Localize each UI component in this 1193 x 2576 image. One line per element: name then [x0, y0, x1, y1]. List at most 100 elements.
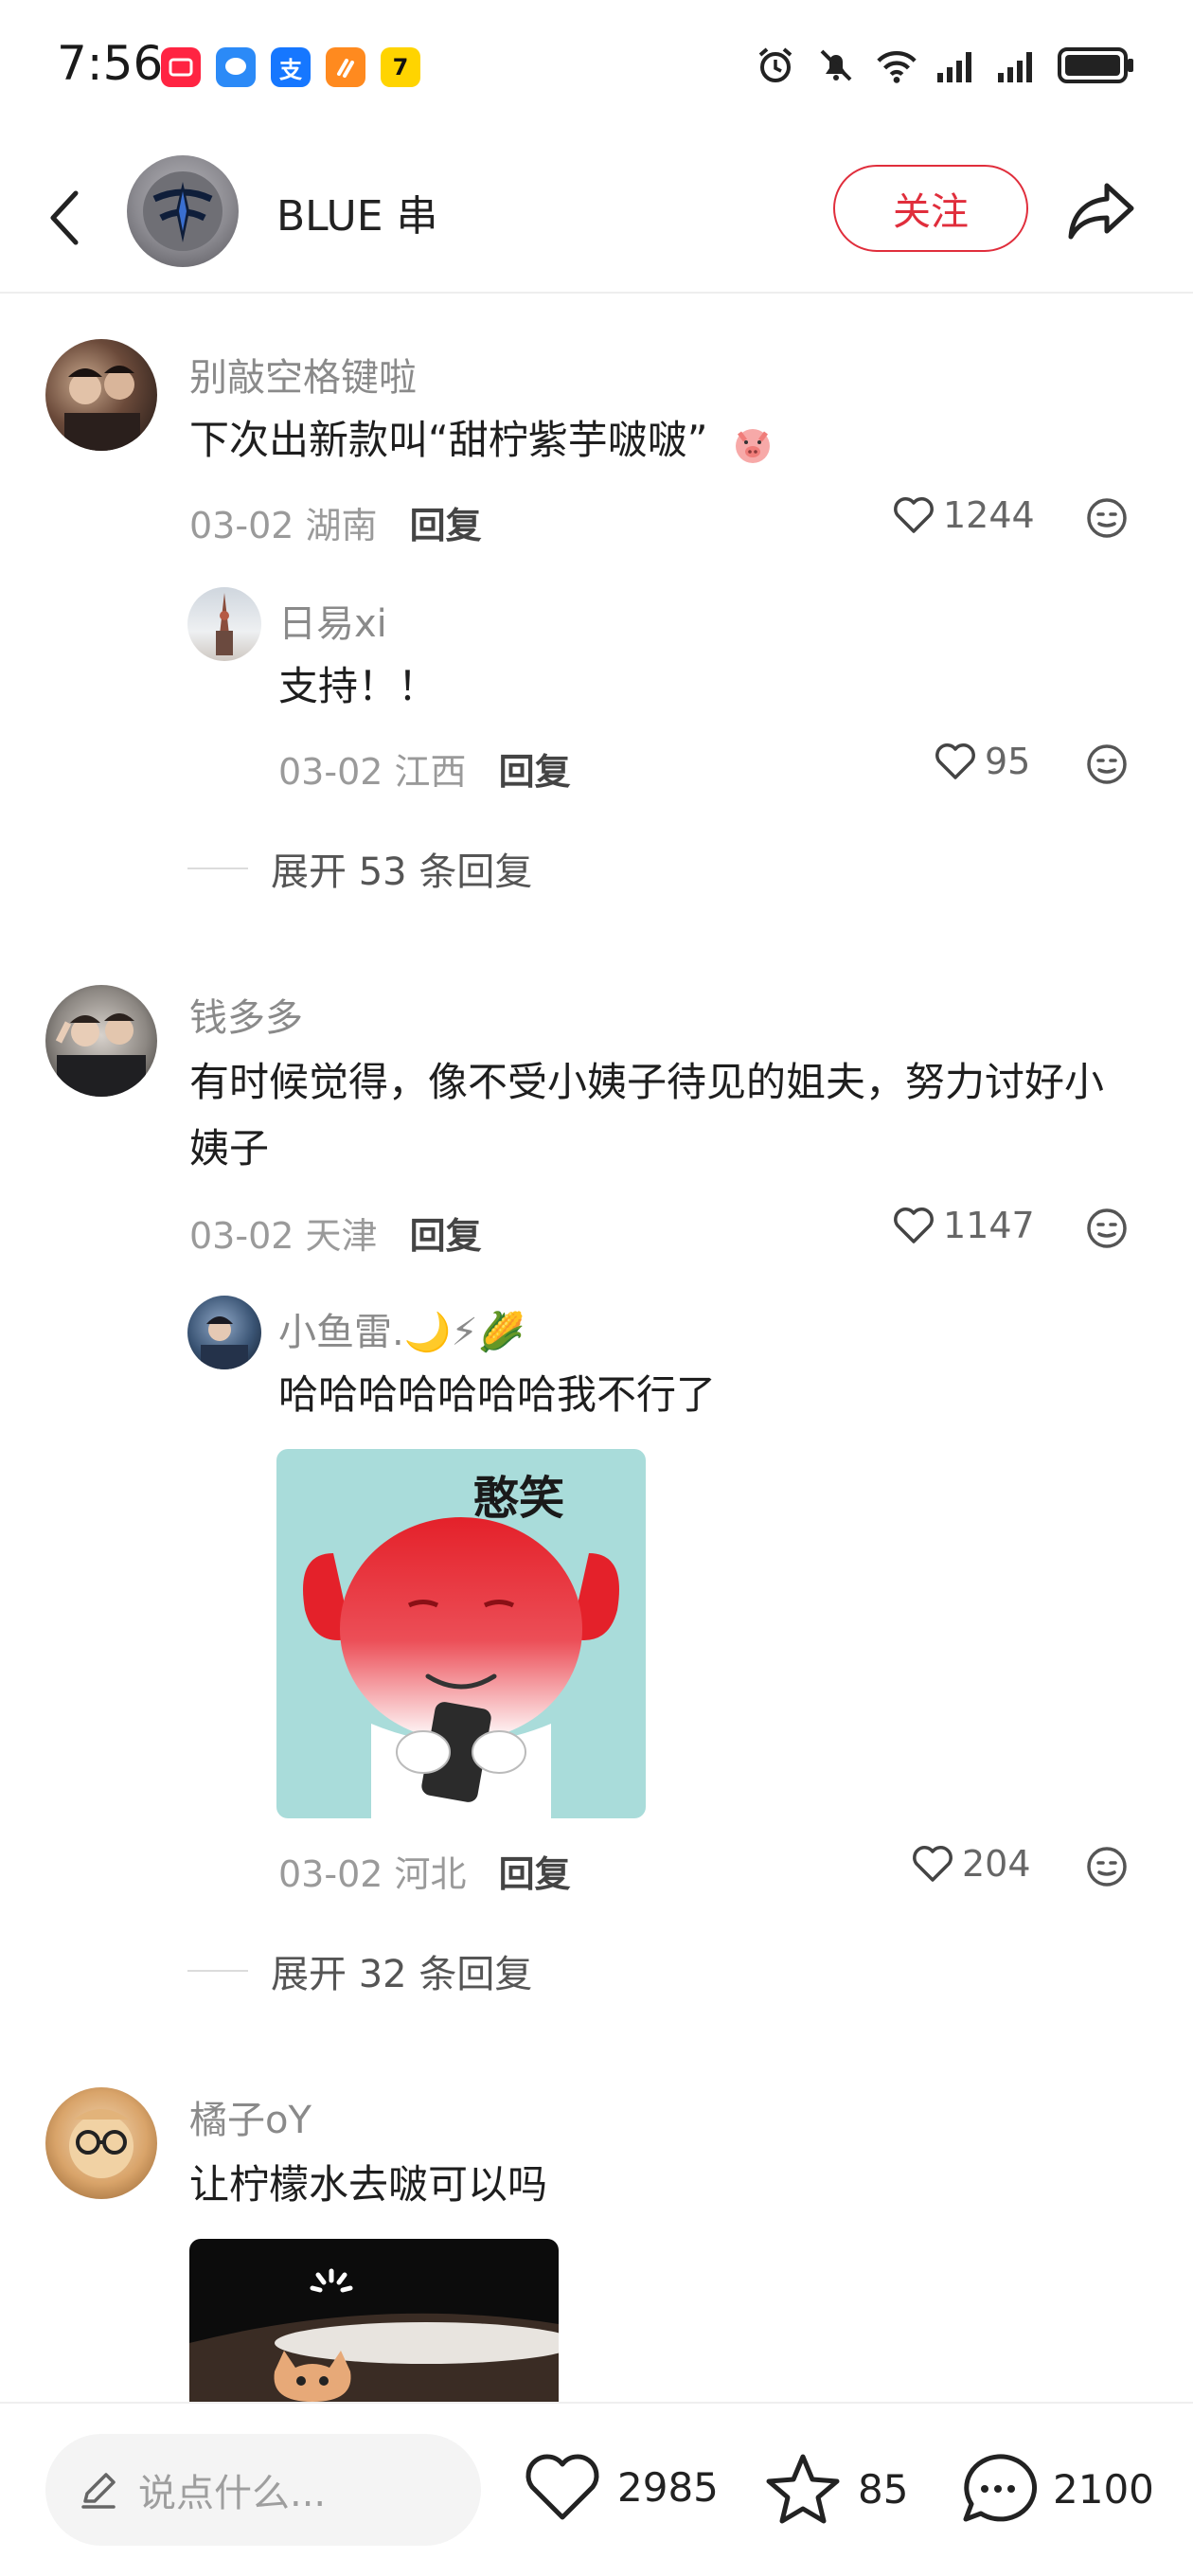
post-like-button[interactable]: 2985	[523, 2451, 719, 2523]
signal-2-icon	[996, 44, 1040, 87]
commenter-avatar[interactable]	[45, 985, 157, 1097]
reply-meta: 03-02 河北 回复	[278, 1845, 571, 1897]
wifi-icon	[875, 44, 918, 87]
comment-date: 03-02	[189, 1215, 294, 1257]
reply-like-button[interactable]: 95	[934, 741, 1030, 782]
back-button[interactable]	[36, 178, 93, 258]
system-icons	[754, 44, 1136, 87]
reply-location: 江西	[394, 751, 467, 793]
status-bar: 7:56 支 7	[0, 0, 1193, 133]
comment-image[interactable]	[189, 2239, 559, 2402]
reply-button[interactable]: 回复	[410, 505, 482, 546]
comment-username[interactable]: 钱多多	[189, 987, 303, 1042]
signal-1-icon	[935, 44, 979, 87]
cat-image-icon	[189, 2268, 559, 2402]
like-count: 1244	[943, 494, 1035, 536]
author-name[interactable]: BLUE 串	[276, 182, 438, 242]
reaction-button[interactable]	[1085, 1845, 1129, 1888]
reply-button[interactable]: 回复	[499, 1853, 571, 1895]
comment-input-placeholder: 说点什么...	[138, 2472, 327, 2515]
pig-sticker-icon: 憨笑	[303, 1472, 619, 1818]
smiley-icon	[1087, 498, 1127, 538]
commenter-avatar[interactable]	[45, 339, 157, 451]
commenter-avatar[interactable]	[45, 2087, 157, 2199]
reply-text: 哈哈哈哈哈哈哈我不行了	[278, 1371, 717, 1418]
app-yellow-glyph: 7	[392, 54, 409, 80]
comment-username[interactable]: 橘子oY	[189, 2089, 312, 2144]
reply-text: 支持！！	[278, 663, 438, 709]
notification-app-icons: 支 7	[161, 47, 420, 87]
reply-date: 03-02	[278, 1853, 383, 1895]
reply-location: 河北	[394, 1853, 467, 1895]
like-count: 1147	[943, 1205, 1035, 1246]
comment-like-button[interactable]: 1244	[892, 494, 1035, 536]
smiley-icon	[1087, 744, 1127, 784]
post-like-count: 2985	[617, 2463, 719, 2511]
heart-icon	[913, 1846, 953, 1882]
follow-button[interactable]: 关注	[833, 165, 1028, 252]
reply-sticker-image[interactable]: 憨笑	[276, 1449, 646, 1818]
expand-divider	[187, 868, 248, 869]
comment-username[interactable]: 别敲空格键啦	[189, 347, 417, 402]
reply-meta: 03-02 江西 回复	[278, 742, 571, 795]
share-icon	[1068, 183, 1134, 240]
alipay-icon: 支	[271, 47, 311, 87]
alarm-icon	[754, 44, 797, 87]
expand-replies-button[interactable]: 展开 53 条回复	[187, 841, 532, 896]
message-icon	[216, 47, 256, 87]
author-logo-icon	[143, 171, 223, 251]
chevron-left-icon	[50, 190, 79, 245]
heart-icon	[935, 743, 975, 779]
author-avatar[interactable]	[127, 155, 239, 267]
reply-date: 03-02	[278, 751, 383, 793]
comment-text-body: 下次出新款叫“甜柠紫芋啵啵”	[189, 417, 708, 463]
reply-button[interactable]: 回复	[410, 1215, 482, 1257]
heart-icon	[525, 2454, 599, 2520]
expand-replies-button[interactable]: 展开 32 条回复	[187, 1943, 532, 1998]
pig-emoji-icon	[730, 420, 775, 466]
comment-like-button[interactable]: 1147	[892, 1205, 1035, 1246]
reply-username[interactable]: 日易xi	[278, 593, 387, 648]
smiley-icon	[1087, 1847, 1127, 1887]
comment-text: 有时候觉得，像不受小姨子待见的姐夫，努力讨好小姨子	[189, 1059, 1105, 1172]
reaction-button[interactable]	[1085, 496, 1129, 540]
share-button[interactable]	[1062, 172, 1142, 248]
like-count: 95	[985, 741, 1031, 782]
pencil-icon	[81, 2473, 116, 2509]
post-header: BLUE 串 关注	[0, 142, 1193, 294]
mute-icon	[814, 44, 858, 87]
reaction-button[interactable]	[1085, 1207, 1129, 1250]
like-count: 204	[962, 1843, 1031, 1885]
sticker-caption: 憨笑	[473, 1472, 564, 1525]
bottom-action-bar: 说点什么... 2985 85 2100	[0, 2402, 1193, 2576]
heart-icon	[894, 497, 934, 533]
reply-like-button[interactable]: 204	[911, 1843, 1031, 1885]
xiaohongshu-icon	[161, 47, 201, 87]
expand-label: 展开 53 条回复	[271, 850, 533, 894]
smiley-icon	[1087, 1208, 1127, 1248]
comment-text: 下次出新款叫“甜柠紫芋啵啵”	[189, 407, 1098, 474]
comment-input[interactable]: 说点什么...	[45, 2434, 481, 2546]
comment-text: 让柠檬水去啵可以吗	[189, 2161, 548, 2208]
app-orange-icon	[326, 47, 365, 87]
reaction-button[interactable]	[1085, 742, 1129, 786]
app-yellow-icon: 7	[381, 47, 420, 87]
reply-button[interactable]: 回复	[499, 751, 571, 793]
comment-meta: 03-02 天津 回复	[189, 1207, 482, 1259]
alipay-glyph: 支	[279, 56, 302, 83]
reply-avatar[interactable]	[187, 587, 261, 661]
post-comment-button[interactable]: 2100	[958, 2451, 1154, 2527]
comment-date: 03-02	[189, 505, 294, 546]
post-favorite-button[interactable]: 85	[763, 2451, 908, 2527]
post-favorite-count: 85	[858, 2465, 909, 2513]
battery-icon	[1057, 44, 1136, 87]
status-time: 7:56	[57, 36, 164, 91]
reply-username[interactable]: 小鱼雷.🌙⚡🌽	[278, 1301, 525, 1356]
comment-location: 天津	[305, 1215, 378, 1257]
star-icon	[766, 2454, 840, 2524]
expand-divider	[187, 1970, 248, 1972]
expand-label: 展开 32 条回复	[271, 1953, 533, 1996]
comment-location: 湖南	[305, 505, 378, 546]
reply-avatar[interactable]	[187, 1296, 261, 1369]
comment-meta: 03-02 湖南 回复	[189, 496, 482, 548]
